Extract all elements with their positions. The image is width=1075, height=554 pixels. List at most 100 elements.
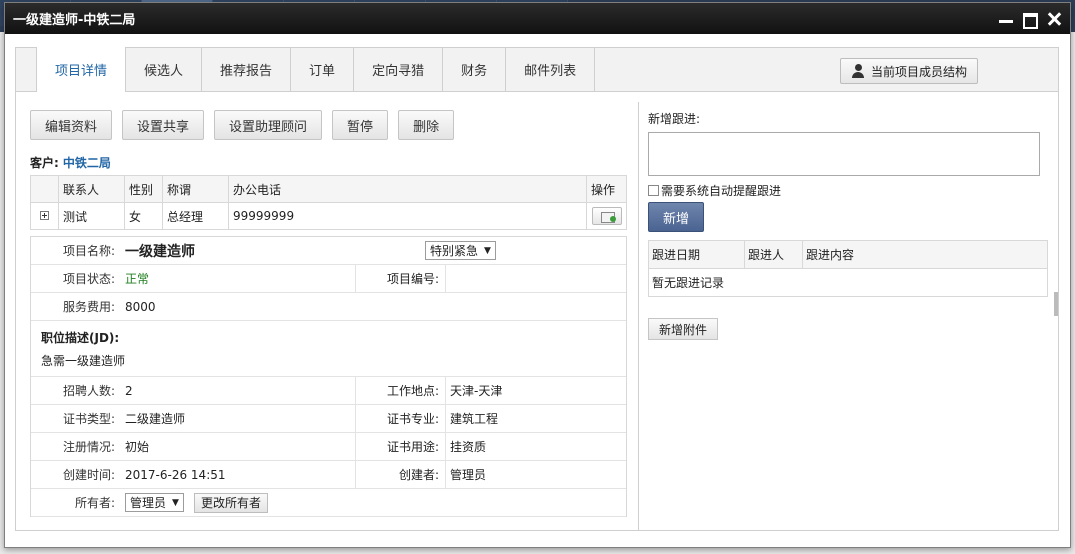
tab-finance[interactable]: 财务	[443, 47, 507, 91]
row-owner: 所有者: 管理员 ▼ 更改所有者	[31, 489, 626, 517]
tab-orders[interactable]: 订单	[291, 47, 355, 91]
owner-label: 所有者:	[74, 496, 115, 510]
add-contact-action-icon[interactable]	[591, 207, 622, 225]
status-value: 正常	[125, 272, 150, 286]
user-group-icon	[851, 64, 865, 78]
customer-label: 客户:	[30, 156, 59, 170]
cert-use-label: 证书用途:	[355, 433, 445, 460]
created-label: 创建时间:	[62, 468, 115, 482]
set-assistant-button[interactable]: 设置助理顾问	[214, 110, 323, 140]
followup-label: 新增跟进:	[648, 112, 701, 126]
dialog-content: 项目详情 候选人 推荐报告 订单 定向寻猎 财务 邮件列表 当前项目成员结构 编…	[15, 47, 1059, 531]
expand-plus-icon[interactable]	[40, 211, 49, 220]
row-created: 创建时间: 2017-6-26 14:51 创建者: 管理员	[31, 461, 626, 489]
project-name-label: 项目名称:	[62, 244, 115, 258]
row-headcount: 招聘人数: 2 工作地点: 天津-天津	[31, 377, 626, 405]
owner-select[interactable]: 管理员 ▼	[125, 493, 184, 512]
row-status: 项目状态: 正常 项目编号:	[31, 265, 626, 293]
contact-name: 测试	[58, 202, 125, 230]
location-label: 工作地点:	[355, 377, 445, 404]
table-row: 暂无跟进记录	[648, 268, 1048, 297]
cert-type-value: 二级建造师	[125, 412, 186, 426]
edit-info-button[interactable]: 编辑资料	[30, 110, 113, 140]
cert-use-value: 挂资质	[445, 433, 626, 460]
row-cert-type: 证书类型: 二级建造师 证书专业: 建筑工程	[31, 405, 626, 433]
maximize-icon[interactable]	[1022, 11, 1038, 29]
change-owner-button[interactable]: 更改所有者	[193, 492, 268, 513]
col-phone: 办公电话	[228, 175, 587, 203]
project-info: 项目名称: 一级建造师 特别紧急 ▼ 项目状态: 正常 项目编号: 服务费用: 8…	[30, 236, 627, 517]
contact-title: 总经理	[162, 202, 229, 230]
headcount-label: 招聘人数:	[62, 384, 115, 398]
scrollbar[interactable]	[1054, 292, 1058, 316]
row-registration: 注册情况: 初始 证书用途: 挂资质	[31, 433, 626, 461]
contacts-table: 联系人 性别 称谓 办公电话 操作 测试 女 总经理 99999999	[30, 175, 627, 230]
remind-checkbox[interactable]	[648, 185, 659, 196]
project-dialog: 一级建造师-中铁二局 项目详情 候选人 推荐报告 订单 定向寻猎 财务 邮件列表…	[4, 2, 1071, 548]
col-followup-person: 跟进人	[744, 240, 803, 269]
jd-text: 急需一级建造师	[41, 354, 126, 368]
table-row: 测试 女 总经理 99999999	[30, 202, 627, 230]
headcount-value: 2	[125, 383, 133, 398]
cert-major-label: 证书专业:	[355, 405, 445, 432]
creator-label: 创建者:	[355, 461, 445, 488]
registration-label: 注册情况:	[62, 440, 115, 454]
tab-bar: 项目详情 候选人 推荐报告 订单 定向寻猎 财务 邮件列表 当前项目成员结构	[16, 47, 1058, 92]
col-contact: 联系人	[58, 175, 125, 203]
creator-value: 管理员	[445, 461, 626, 488]
tab-candidates[interactable]: 候选人	[126, 47, 203, 91]
col-title: 称谓	[162, 175, 229, 203]
col-gender: 性别	[124, 175, 163, 203]
contact-phone: 99999999	[228, 202, 587, 230]
owner-controls: 管理员 ▼ 更改所有者	[121, 492, 268, 513]
expand-cell	[30, 202, 59, 230]
dialog-titlebar[interactable]: 一级建造师-中铁二局	[5, 3, 1070, 34]
add-attachment-button[interactable]: 新增附件	[648, 318, 719, 340]
followup-textarea[interactable]	[648, 132, 1040, 176]
contacts-header-row: 联系人 性别 称谓 办公电话 操作	[30, 175, 627, 203]
tab-targeted-search[interactable]: 定向寻猎	[354, 47, 444, 91]
close-icon[interactable]	[1046, 11, 1062, 27]
followup-table: 跟进日期 跟进人 跟进内容 暂无跟进记录	[648, 240, 1048, 297]
urgency-select[interactable]: 特别紧急 ▼	[425, 241, 496, 260]
tab-mail-list[interactable]: 邮件列表	[506, 47, 596, 91]
fee-label: 服务费用:	[62, 300, 115, 314]
project-detail-panel: 编辑资料 设置共享 设置助理顾问 暂停 删除 客户: 中铁二局 联系人 性别 称谓…	[30, 110, 627, 517]
customer-line: 客户: 中铁二局	[30, 154, 627, 171]
tab-recommend-reports[interactable]: 推荐报告	[202, 47, 292, 91]
project-members-button[interactable]: 当前项目成员结构	[839, 58, 978, 84]
row-project-name: 项目名称: 一级建造师 特别紧急 ▼	[31, 237, 626, 265]
col-actions: 操作	[586, 175, 627, 203]
add-followup-button[interactable]: 新增	[648, 202, 704, 232]
cert-major-value: 建筑工程	[445, 405, 626, 432]
remind-label: 需要系统自动提醒跟进	[661, 184, 782, 198]
contact-actions-cell	[586, 202, 627, 230]
minimize-icon[interactable]	[998, 11, 1014, 27]
remind-option: 需要系统自动提醒跟进	[648, 182, 1058, 199]
col-followup-date: 跟进日期	[648, 240, 745, 269]
owner-value: 管理员	[130, 496, 167, 510]
project-name-value: 一级建造师	[125, 243, 195, 260]
delete-button[interactable]: 删除	[398, 110, 455, 140]
chevron-down-icon: ▼	[484, 245, 491, 256]
followup-panel: 新增跟进: 需要系统自动提醒跟进 新增 跟进日期 跟进人 跟进内容 暂无跟进记录…	[638, 102, 1058, 530]
created-value: 2017-6-26 14:51	[125, 467, 226, 482]
dialog-title: 一级建造师-中铁二局	[13, 13, 136, 28]
registration-value: 初始	[125, 440, 150, 454]
set-share-button[interactable]: 设置共享	[122, 110, 205, 140]
followup-header-row: 跟进日期 跟进人 跟进内容	[648, 240, 1048, 269]
status-label: 项目状态:	[62, 272, 115, 286]
action-buttons: 编辑资料 设置共享 设置助理顾问 暂停 删除	[30, 110, 627, 140]
project-members-label: 当前项目成员结构	[870, 64, 967, 79]
cert-type-label: 证书类型:	[62, 412, 115, 426]
pause-button[interactable]: 暂停	[332, 110, 389, 140]
job-description: 职位描述(JD): 急需一级建造师	[31, 321, 626, 377]
project-code-value	[445, 265, 626, 292]
tab-project-details[interactable]: 项目详情	[36, 47, 127, 92]
customer-name-link[interactable]: 中铁二局	[63, 156, 111, 170]
urgency-value: 特别紧急	[430, 244, 479, 258]
expand-header	[30, 175, 59, 203]
col-followup-content: 跟进内容	[802, 240, 1048, 269]
window-controls	[998, 11, 1062, 29]
contact-gender: 女	[124, 202, 163, 230]
